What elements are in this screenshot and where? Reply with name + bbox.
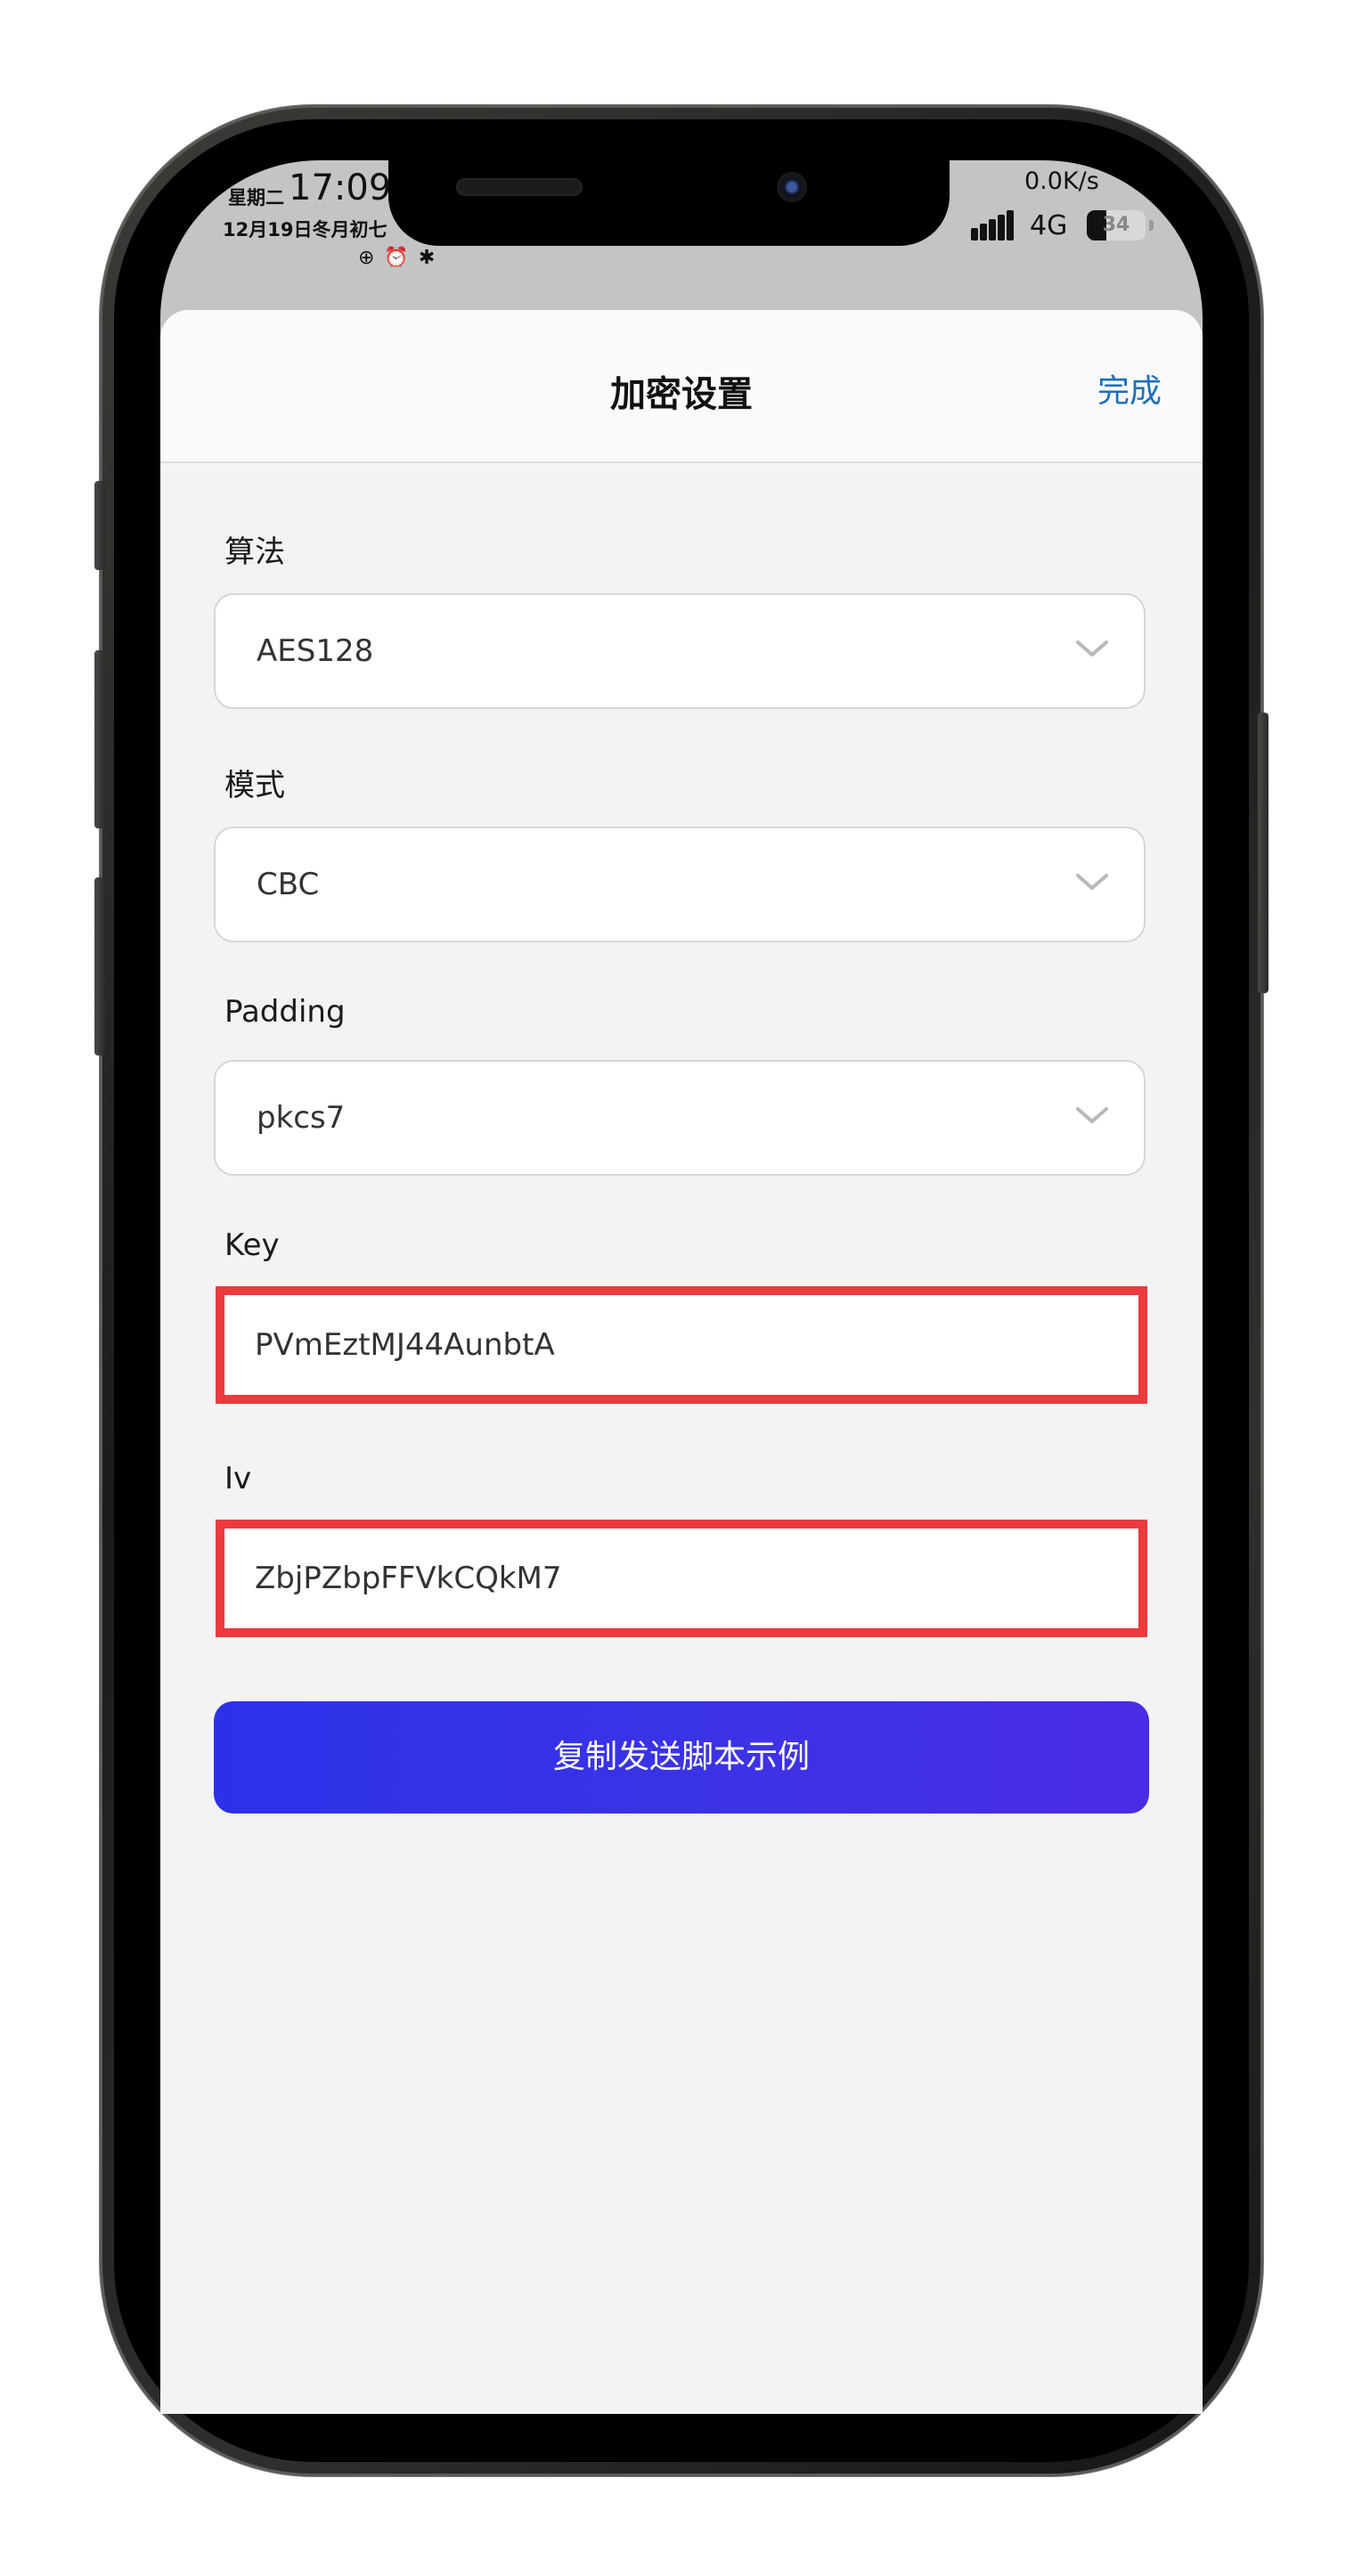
key-input[interactable]	[255, 1295, 1092, 1395]
mode-select[interactable]: CBC	[214, 827, 1146, 942]
network-speed: 0.0K/s	[1024, 167, 1099, 195]
iv-input[interactable]	[255, 1528, 1092, 1628]
iv-field-highlight	[216, 1520, 1147, 1637]
done-button[interactable]: 完成	[1097, 365, 1162, 412]
mode-label: 模式	[224, 768, 285, 803]
battery-icon: 34	[1087, 210, 1146, 240]
volume-down-button	[94, 877, 105, 1056]
status-weekday: 星期二	[228, 187, 284, 208]
front-camera	[777, 172, 807, 202]
notch	[388, 160, 950, 246]
battery-level: 34	[1102, 214, 1130, 236]
chevron-down-icon	[1076, 1107, 1108, 1123]
mode-value: CBC	[257, 867, 320, 902]
network-type: 4G	[1030, 210, 1068, 241]
padding-value: pkcs7	[257, 1100, 346, 1136]
chevron-down-icon	[1076, 640, 1108, 656]
status-indicator-icons: ⊕ ⏰ ✱	[358, 247, 437, 269]
key-label: Key	[224, 1227, 280, 1263]
padding-label: Padding	[224, 994, 346, 1030]
key-field-highlight	[216, 1286, 1147, 1404]
power-button	[1258, 713, 1268, 993]
signal-strength-icon	[971, 210, 1014, 240]
earpiece-speaker	[456, 178, 583, 196]
iv-label: Iv	[224, 1461, 252, 1496]
chevron-down-icon	[1076, 874, 1108, 890]
status-time: 17:09	[289, 167, 392, 208]
algorithm-value: AES128	[257, 633, 374, 669]
padding-select[interactable]: pkcs7	[214, 1060, 1146, 1176]
silent-switch	[94, 481, 105, 570]
status-date: 12月19日冬月初七	[223, 219, 387, 240]
algorithm-select[interactable]: AES128	[214, 593, 1146, 709]
battery-tip	[1149, 220, 1154, 231]
page-title: 加密设置	[610, 374, 753, 415]
encryption-settings-sheet: 加密设置 完成 算法 AES128 模式 CBC Padding pkcs7 K…	[160, 310, 1203, 2414]
algorithm-label: 算法	[224, 534, 285, 570]
volume-up-button	[94, 650, 105, 828]
copy-script-button[interactable]: 复制发送脚本示例	[214, 1701, 1149, 1814]
sheet-header: 加密设置 完成	[160, 310, 1203, 463]
